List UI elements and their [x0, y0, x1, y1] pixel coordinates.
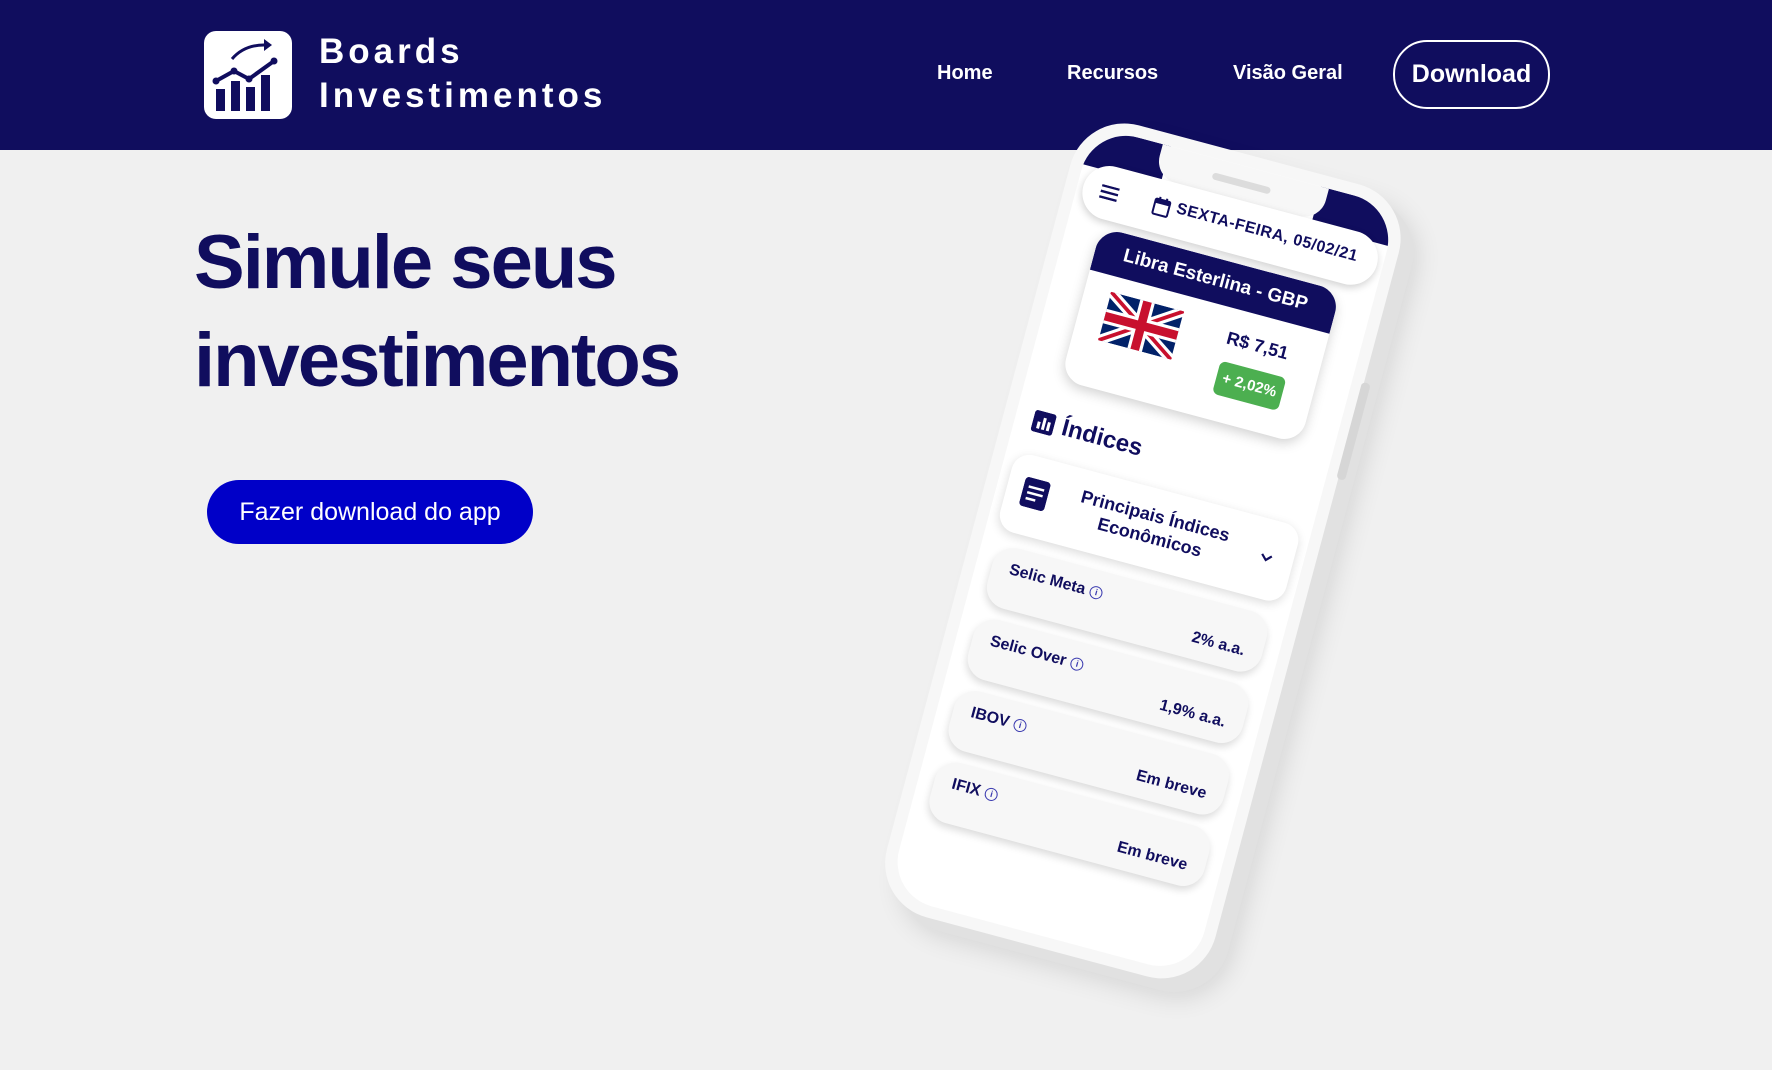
index-name-text: Selic Meta: [1007, 561, 1088, 598]
phone-screen: SEXTA-FEIRA, 05/02/21 Libra Esterlina - …: [887, 125, 1399, 977]
growth-chart-icon: [212, 39, 278, 111]
brand-line-1: Boards: [319, 32, 464, 71]
download-button[interactable]: Download: [1393, 40, 1550, 109]
index-value: Em breve: [1115, 838, 1190, 874]
phone-mockup: SEXTA-FEIRA, 05/02/21 Libra Esterlina - …: [857, 110, 1490, 1070]
nav-home[interactable]: Home: [937, 62, 993, 85]
brand-line-2: Investimentos: [319, 76, 607, 115]
index-value: Em breve: [1134, 767, 1209, 803]
nav-recursos[interactable]: Recursos: [1067, 62, 1158, 85]
index-name-text: IFIX: [949, 775, 983, 800]
brand-name: Boards Investimentos: [319, 30, 606, 118]
index-name: IFIX i: [950, 776, 1000, 806]
currency-change-badge: + 2,02%: [1212, 360, 1287, 412]
chevron-down-icon[interactable]: [1258, 551, 1274, 564]
download-app-button[interactable]: Fazer download do app: [207, 480, 533, 544]
index-name: IBOV i: [969, 704, 1029, 736]
info-icon[interactable]: i: [1088, 585, 1105, 601]
hero-title-line-2: investimentos: [194, 318, 681, 403]
hamburger-menu-icon[interactable]: [1098, 183, 1120, 203]
calendar-icon: [1151, 196, 1172, 218]
info-icon[interactable]: i: [1069, 656, 1085, 673]
hero-title: Simule seus investimentos: [194, 214, 834, 410]
index-value: 1,9% a.a.: [1157, 696, 1228, 731]
uk-flag-icon: [1097, 291, 1185, 360]
index-name: Selic Over i: [988, 633, 1086, 675]
top-header: Boards Investimentos Home Recursos Visão…: [0, 0, 1772, 150]
info-icon[interactable]: i: [983, 786, 1000, 803]
index-name: Selic Meta i: [1007, 561, 1105, 603]
nav-visao-geral[interactable]: Visão Geral: [1233, 62, 1343, 85]
indices-group-title: Principais Índices Econômicos: [1078, 486, 1232, 561]
section-title-indices: Índices: [1029, 406, 1146, 462]
document-icon: [1019, 477, 1051, 511]
section-title-text: Índices: [1058, 414, 1146, 462]
logo[interactable]: [204, 31, 292, 119]
index-value: 2% a.a.: [1189, 628, 1247, 660]
currency-price: R$ 7,51: [1224, 327, 1291, 364]
index-name-text: Selic Over: [988, 632, 1069, 670]
info-icon[interactable]: i: [1012, 717, 1029, 734]
index-name-text: IBOV: [969, 704, 1012, 731]
hero-title-line-1: Simule seus: [194, 220, 618, 305]
